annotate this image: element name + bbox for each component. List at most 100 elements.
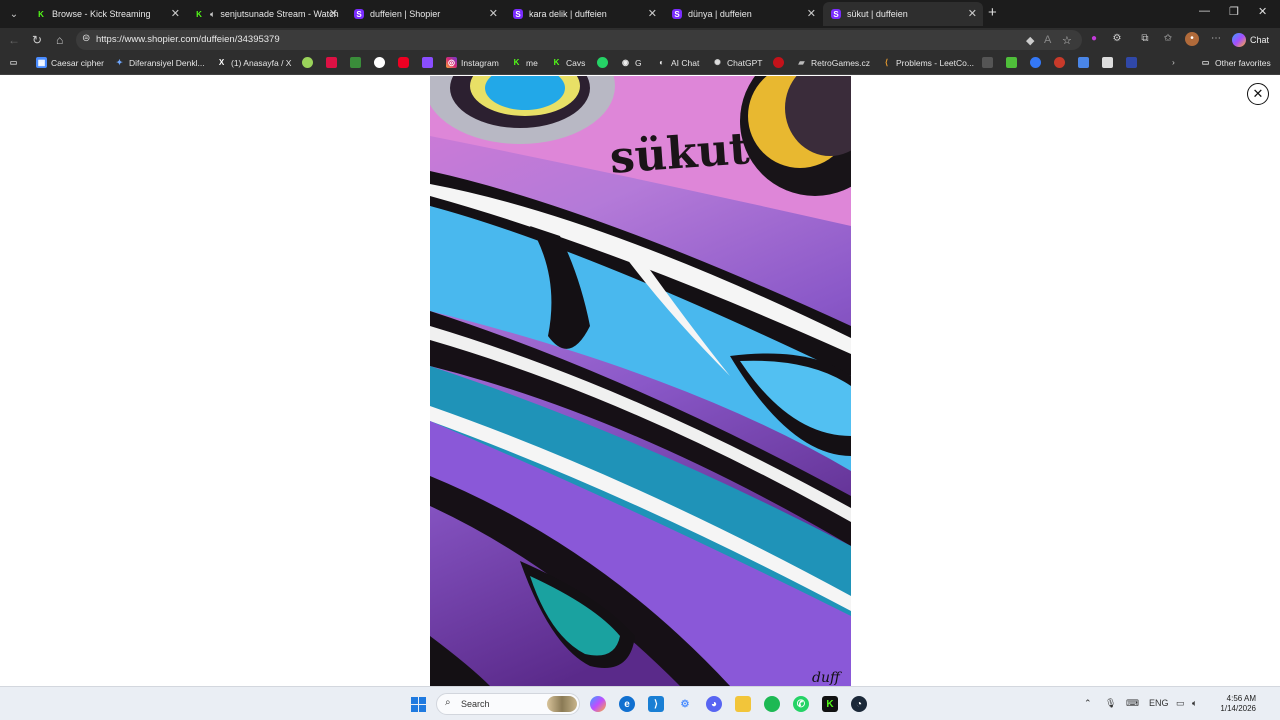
artwork-title-text: sükut bbox=[608, 123, 751, 184]
bookmark-icon-3[interactable] bbox=[350, 57, 361, 68]
network-icon[interactable]: ▭ bbox=[1176, 698, 1185, 709]
bookmark-cavs[interactable]: K Cavs bbox=[551, 57, 586, 68]
bookmark-icon-red[interactable] bbox=[773, 57, 784, 68]
bookmark-me[interactable]: Kme bbox=[511, 57, 538, 68]
tab-duffeien-shopier[interactable]: S duffeien | Shopier ✕ bbox=[346, 2, 504, 26]
bookmark-icon-f[interactable] bbox=[1102, 57, 1113, 68]
search-icon: ⌕ bbox=[445, 697, 451, 708]
split-screen-icon[interactable]: ⧉ bbox=[1138, 32, 1152, 46]
tab-close-icon[interactable]: ✕ bbox=[968, 7, 977, 20]
bookmark-ai-chat[interactable]: ◐ AI Chat bbox=[656, 57, 699, 68]
tab-strip: ⌄ K Browse - Kick Streaming ✕ K 🔈︎ senju… bbox=[0, 0, 1280, 28]
shopier-icon: S bbox=[354, 9, 364, 19]
bookmark-chatgpt[interactable]: ✺ ChatGPT bbox=[712, 57, 762, 68]
tab-title: kara delik | duffeien bbox=[529, 9, 607, 19]
home-icon[interactable]: ⌂ bbox=[56, 33, 63, 47]
whatsapp-taskbar-icon[interactable]: ✆ bbox=[793, 696, 809, 712]
extension-icon[interactable]: ● bbox=[1087, 32, 1101, 46]
clock-time: 4:56 AM bbox=[1226, 694, 1256, 703]
tab-actions-menu-icon[interactable]: ⌄ bbox=[4, 4, 24, 24]
bookmark-other-favorites[interactable]: ▭ Other favorites bbox=[1200, 57, 1271, 68]
tab-kara-delik[interactable]: S kara delik | duffeien ✕ bbox=[505, 2, 663, 26]
bookmark-icon-c[interactable] bbox=[1030, 57, 1041, 68]
back-arrow-icon[interactable]: ← bbox=[8, 33, 20, 47]
sidebar-toggle-icon[interactable]: ▭ bbox=[8, 57, 23, 68]
tab-dunya[interactable]: S dünya | duffeien ✕ bbox=[664, 2, 822, 26]
tray-overflow-chevron-icon[interactable]: ⌃ bbox=[1084, 698, 1092, 709]
more-menu-icon[interactable]: ⋯ bbox=[1209, 32, 1223, 46]
favorites-icon[interactable]: ✩ bbox=[1161, 32, 1175, 46]
extensions-puzzle-icon[interactable]: ⚙ bbox=[1110, 32, 1124, 46]
whatsapp-icon[interactable] bbox=[597, 57, 608, 68]
lightbox-close-button[interactable]: ✕ bbox=[1247, 83, 1269, 105]
bookmark-icon-g[interactable] bbox=[1126, 57, 1137, 68]
bookmark-instagram[interactable]: ◎ Instagram bbox=[446, 57, 499, 68]
bookmark-icon-e[interactable] bbox=[1078, 57, 1089, 68]
steam-taskbar-icon[interactable]: ◔ bbox=[851, 696, 867, 712]
keyboard-icon[interactable]: ⌨ bbox=[1126, 698, 1139, 709]
kick-taskbar-icon[interactable]: K bbox=[822, 696, 838, 712]
google-icon[interactable] bbox=[374, 57, 385, 68]
tab-senjutsunade-stream[interactable]: K 🔈︎ senjutsunade Stream - Watch ✕ bbox=[186, 2, 344, 26]
bookmark-x-home[interactable]: X (1) Anasayfa / X bbox=[216, 57, 292, 68]
copilot-chat-button[interactable]: Chat bbox=[1232, 31, 1269, 49]
bookmark-github[interactable]: ◉ G bbox=[620, 57, 642, 68]
tab-title: senjutsunade Stream - Watch bbox=[220, 9, 339, 19]
microphone-icon[interactable]: 🎙︎ bbox=[1105, 698, 1116, 709]
bookmark-retrogames[interactable]: ▰ RetroGames.cz bbox=[796, 57, 870, 68]
bookmark-leetcode[interactable]: ⟨ Problems - LeetCo... bbox=[881, 57, 974, 68]
vscode-taskbar-icon[interactable]: ⟩ bbox=[648, 696, 664, 712]
clock-date: 1/14/2026 bbox=[1220, 704, 1256, 713]
read-aloud-icon[interactable]: A bbox=[1044, 34, 1051, 46]
tag-icon[interactable]: ◆ bbox=[1026, 34, 1034, 47]
painting-svg: sükut duff bbox=[430, 76, 851, 686]
tab-title: Browse - Kick Streaming bbox=[52, 9, 151, 19]
bookmarks-overflow-chevron-icon[interactable]: › bbox=[1172, 57, 1175, 67]
search-highlight-image bbox=[547, 696, 577, 712]
file-explorer-taskbar-icon[interactable] bbox=[735, 696, 751, 712]
window-close-icon[interactable]: ✕ bbox=[1258, 5, 1267, 18]
bookmark-icon-a[interactable] bbox=[982, 57, 993, 68]
tab-sukut-active[interactable]: S sükut | duffeien ✕ bbox=[823, 2, 983, 26]
bookmark-icon-d[interactable] bbox=[1054, 57, 1065, 68]
restore-icon[interactable]: ❐ bbox=[1229, 5, 1239, 18]
windows-start-icon[interactable] bbox=[411, 697, 426, 712]
edge-taskbar-icon[interactable]: e bbox=[619, 696, 635, 712]
tab-close-icon[interactable]: ✕ bbox=[329, 7, 338, 20]
copilot-taskbar-icon[interactable] bbox=[590, 696, 606, 712]
shopier-icon: S bbox=[831, 9, 841, 19]
twitch-icon[interactable] bbox=[422, 57, 433, 68]
tab-title: sükut | duffeien bbox=[847, 9, 908, 19]
tab-close-icon[interactable]: ✕ bbox=[807, 7, 816, 20]
bookmarks-bar: ▭ ▦ Caesar cipher ✦ Diferansiyel Denkl... … bbox=[0, 52, 1280, 75]
reload-icon[interactable]: ↻ bbox=[32, 33, 42, 47]
address-bar[interactable]: ⊜ https://www.shopier.com/duffeien/34395… bbox=[76, 30, 1082, 50]
artwork-signature: duff bbox=[812, 670, 842, 686]
system-clock[interactable]: 4:56 AM 1/14/2026 bbox=[1210, 694, 1256, 714]
tab-close-icon[interactable]: ✕ bbox=[489, 7, 498, 20]
shopier-icon: S bbox=[672, 9, 682, 19]
youtube-icon[interactable] bbox=[398, 57, 409, 68]
favorite-star-icon[interactable]: ☆ bbox=[1062, 34, 1072, 47]
bookmark-diferansiyel[interactable]: ✦ Diferansiyel Denkl... bbox=[114, 57, 204, 68]
copilot-icon bbox=[1232, 33, 1246, 47]
audio-playing-icon[interactable]: 🔈︎ bbox=[210, 9, 215, 20]
bookmark-icon-2[interactable] bbox=[326, 57, 337, 68]
language-indicator[interactable]: ENG bbox=[1149, 698, 1169, 708]
volume-icon[interactable]: 🔈︎ bbox=[1192, 698, 1197, 709]
settings-taskbar-icon[interactable]: ⚙ bbox=[677, 696, 693, 712]
tab-close-icon[interactable]: ✕ bbox=[171, 7, 180, 20]
profile-avatar[interactable]: • bbox=[1185, 32, 1199, 46]
bookmark-icon-b[interactable] bbox=[1006, 57, 1017, 68]
tab-kick-browse[interactable]: K Browse - Kick Streaming ✕ bbox=[28, 2, 186, 26]
taskbar-search[interactable]: ⌕ Search bbox=[436, 693, 580, 715]
url-text[interactable]: https://www.shopier.com/duffeien/3439537… bbox=[96, 34, 280, 45]
minimize-icon[interactable]: — bbox=[1199, 5, 1210, 17]
new-tab-plus-icon[interactable]: + bbox=[988, 4, 997, 21]
bookmark-icon-1[interactable] bbox=[302, 57, 313, 68]
spotify-taskbar-icon[interactable] bbox=[764, 696, 780, 712]
discord-taskbar-icon[interactable]: ◕ bbox=[706, 696, 722, 712]
tab-close-icon[interactable]: ✕ bbox=[648, 7, 657, 20]
bookmark-caesar-cipher[interactable]: ▦ Caesar cipher bbox=[36, 57, 104, 68]
site-info-icon[interactable]: ⊜ bbox=[82, 33, 90, 44]
